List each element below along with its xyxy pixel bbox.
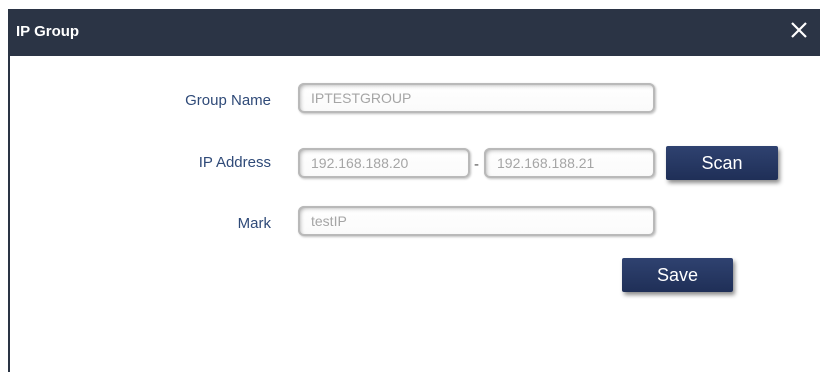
- save-button[interactable]: Save: [622, 258, 733, 292]
- dialog-title: IP Group: [16, 23, 80, 40]
- ip-start-input[interactable]: 192.168.188.20: [298, 148, 470, 178]
- mark-input[interactable]: testIP: [298, 206, 655, 236]
- dialog-titlebar: IP Group: [10, 9, 820, 56]
- close-icon: [791, 22, 807, 38]
- ip-end-input[interactable]: 192.168.188.21: [484, 148, 655, 178]
- close-button[interactable]: [783, 14, 815, 46]
- scan-button[interactable]: Scan: [666, 146, 778, 180]
- group-name-label: Group Name: [185, 92, 271, 109]
- mark-label: Mark: [237, 215, 271, 232]
- group-name-input[interactable]: IPTESTGROUP: [298, 83, 655, 113]
- ip-address-label: IP Address: [198, 154, 271, 171]
- ip-group-dialog: IP Group Group Name IPTESTGROUP IP Addre…: [8, 9, 820, 372]
- ip-range-separator: -: [474, 156, 479, 173]
